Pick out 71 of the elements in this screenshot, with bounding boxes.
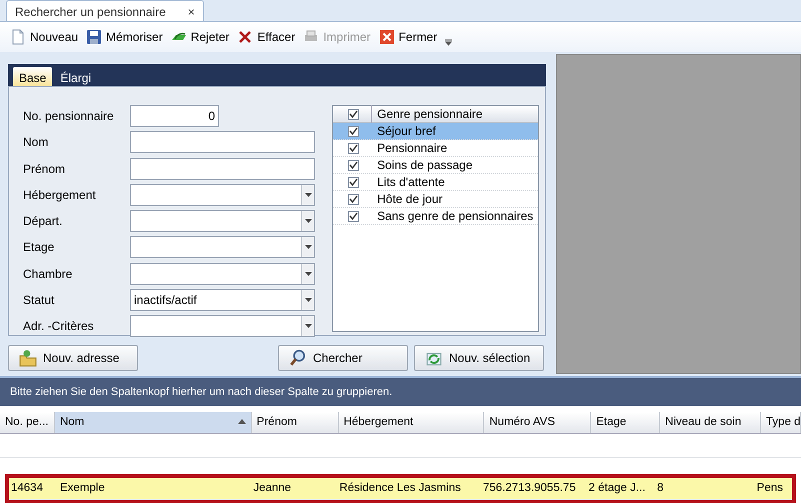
field-label: Chambre <box>23 266 74 283</box>
list-row[interactable]: Pensionnaire <box>333 140 538 157</box>
checkbox[interactable] <box>348 176 360 188</box>
dropdown-field[interactable] <box>130 184 315 206</box>
action-button[interactable]: Nouv. sélection <box>414 345 544 371</box>
save-icon <box>86 29 102 45</box>
column-header[interactable]: Numéro AVS <box>484 412 592 433</box>
list-row[interactable]: Hôte de jour <box>333 191 538 208</box>
toolbar-button[interactable]: Effacer <box>237 28 296 46</box>
column-header[interactable]: Nom <box>54 412 252 433</box>
table-cell-text: Résidence Les Jasmins <box>338 480 462 496</box>
checkbox[interactable] <box>348 160 360 170</box>
dropdown-field[interactable]: inactifs/actif <box>130 289 315 312</box>
close-icon[interactable]: × <box>188 3 195 19</box>
table-cell-text: 2 étage J... <box>588 480 646 496</box>
document-icon <box>10 29 26 45</box>
dropdown-field[interactable] <box>130 315 315 338</box>
text-field[interactable] <box>130 158 315 180</box>
dropdown-icon[interactable] <box>301 264 314 284</box>
dropdown-field[interactable] <box>130 210 315 232</box>
dropdown-icon[interactable] <box>301 237 314 258</box>
action-button[interactable]: Nouv. adresse <box>8 345 138 371</box>
field-label: Prénom <box>23 160 66 178</box>
close-icon <box>378 29 395 45</box>
dropdown-field[interactable] <box>130 236 315 258</box>
field-label: Adr. -Critères <box>23 318 95 336</box>
column-header[interactable]: Type d <box>761 412 801 433</box>
folder-icon <box>19 349 37 367</box>
number-field[interactable]: 0 <box>130 105 219 127</box>
group-by-hint: Bitte ziehen Sie den Spaltenkopf hierher um nach dieser Spalte zu gruppieren. <box>0 378 801 406</box>
search-tab[interactable]: Base <box>13 67 52 86</box>
checkbox[interactable] <box>348 194 360 204</box>
document-tab[interactable]: Rechercher un pensionnaire × <box>6 0 204 21</box>
table-cell-text: 756.2713.9055.75 <box>482 480 577 496</box>
field-label: Hébergement <box>23 186 97 204</box>
table-cell-text: 8 <box>656 480 664 496</box>
dropdown-icon[interactable] <box>301 184 314 205</box>
table-cell-text: Exemple <box>59 480 106 496</box>
dropdown-icon[interactable] <box>301 211 314 232</box>
delete-icon <box>237 29 254 45</box>
column-header[interactable]: Hébergement <box>338 412 484 433</box>
list-row[interactable]: Séjour bref <box>333 123 538 140</box>
checkbox[interactable] <box>348 126 360 136</box>
field-label: No. pensionnaire <box>23 108 115 125</box>
toolbar-button[interactable]: Fermer <box>378 28 438 46</box>
table-cell-text: 14634 <box>10 480 44 496</box>
toolbar-button[interactable]: Nouveau <box>10 28 78 46</box>
list-row[interactable]: Soins de passage <box>333 157 538 174</box>
text-field[interactable] <box>130 131 315 154</box>
dropdown-field[interactable] <box>130 262 315 285</box>
table-cell-text: Jeanne <box>252 480 292 496</box>
table-cell-text: Pens <box>756 480 784 496</box>
list-row[interactable]: Lits d'attente <box>333 174 538 191</box>
checkbox[interactable] <box>348 210 360 222</box>
toolbar-button[interactable]: Mémoriser <box>86 28 163 46</box>
search-icon <box>289 349 307 367</box>
field-label: Etage <box>23 239 56 256</box>
search-tab[interactable]: Élargi <box>54 67 98 86</box>
field-label: Départ. <box>23 213 64 230</box>
field-label: Nom <box>23 134 50 152</box>
dropdown-icon[interactable] <box>301 290 314 310</box>
checkbox[interactable] <box>348 108 360 120</box>
checkbox[interactable] <box>348 142 360 154</box>
dropdown-icon[interactable] <box>301 316 314 336</box>
list-row[interactable]: Sans genre de pensionnaires <box>333 208 538 225</box>
column-header[interactable]: Niveau de soin <box>660 412 762 433</box>
column-header[interactable]: Prénom <box>252 412 339 433</box>
toolbar-button[interactable]: Rejeter <box>170 28 230 46</box>
column-header[interactable]: Etage <box>591 412 660 433</box>
search-button[interactable]: Chercher <box>278 345 408 371</box>
field-label: Statut <box>23 292 56 310</box>
